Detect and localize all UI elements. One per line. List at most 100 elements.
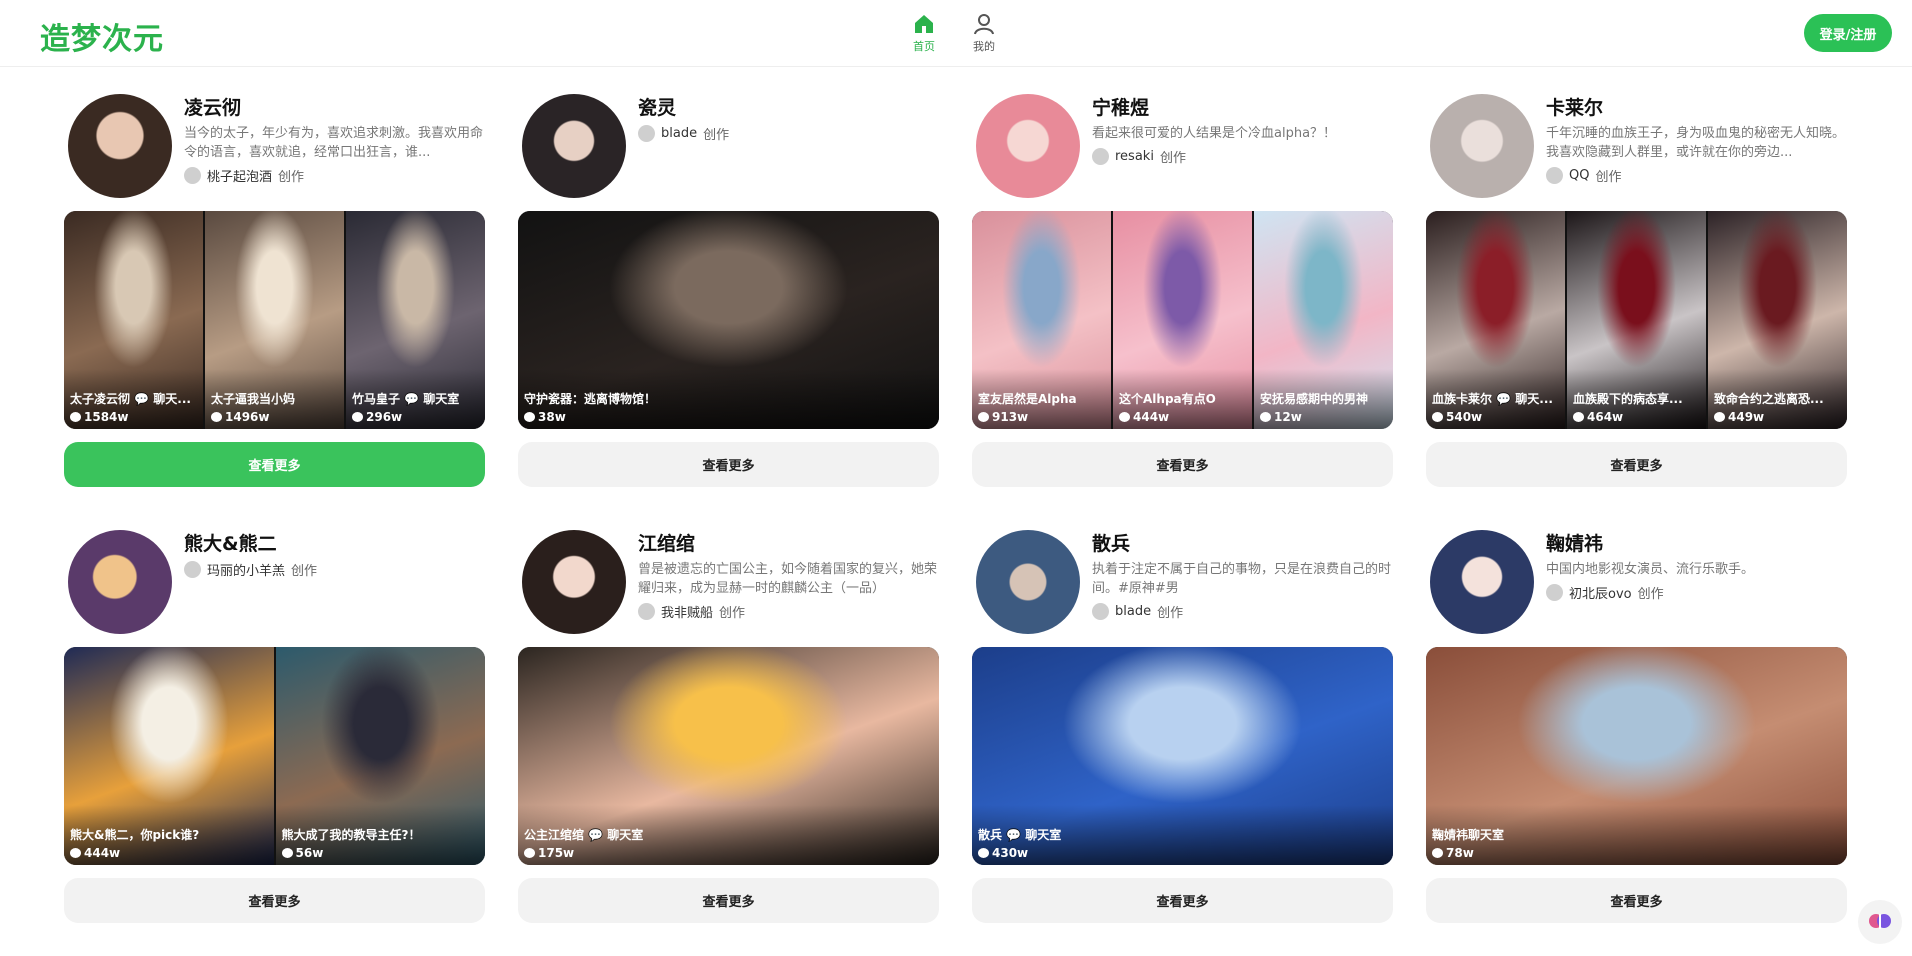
character-card-ci-ling[interactable]: 瓷灵 blade 创作 守护瓷器：逃离博物馆！ 38w 查看更多 [518,92,939,494]
story-thumbnail[interactable]: 太子凌云彻 💬 聊天... 1584w [64,211,203,429]
story-thumbnail[interactable]: 熊大&熊二，你pick谁? 444w [64,647,274,865]
character-name[interactable]: 凌云彻 [184,96,484,120]
story-thumbnail[interactable]: 致命合约之逃离恐... 449w [1708,211,1847,429]
character-name[interactable]: 卡莱尔 [1546,96,1846,120]
story-gallery: 公主江绾绾 💬 聊天室 175w [518,647,939,865]
creator-avatar[interactable] [184,167,201,184]
chat-bubble-icon [978,412,989,422]
creator-line: 玛丽的小羊羔 创作 [184,560,484,579]
character-avatar[interactable] [976,530,1080,634]
story-thumbnail[interactable]: 这个Alhpa有点O 444w [1113,211,1252,429]
nav-home-label: 首页 [913,40,935,53]
view-more-button[interactable]: 查看更多 [1426,878,1847,923]
character-name[interactable]: 散兵 [1092,532,1392,556]
chat-count: 430w [978,846,1028,860]
character-avatar[interactable] [1430,530,1534,634]
story-title: 熊大成了我的教导主任?！ [281,828,421,842]
character-name[interactable]: 江绾绾 [638,532,938,556]
story-gallery: 血族卡莱尔 💬 聊天... 540w 血族殿下的病态享... 464w 致命合约… [1426,211,1847,429]
chat-count: 464w [1573,410,1623,424]
creator-name[interactable]: blade [1115,604,1151,619]
creator-avatar[interactable] [638,603,655,620]
assistant-fab[interactable] [1858,900,1902,944]
character-avatar[interactable] [68,530,172,634]
card-header: 鞠婧祎 中国内地影视女演员、流行乐歌手。 初北辰ovo 创作 [1426,528,1847,645]
chat-count: 78w [1432,846,1474,860]
story-thumbnail[interactable]: 太子逼我当小妈 1496w [205,211,344,429]
creator-avatar[interactable] [1092,603,1109,620]
character-name[interactable]: 宁稚煜 [1092,96,1392,120]
main-nav: 首页 我的 [906,12,1002,54]
character-info: 鞠婧祎 中国内地影视女演员、流行乐歌手。 初北辰ovo 创作 [1546,532,1846,602]
story-thumbnail[interactable]: 安抚易感期中的男神 12w [1254,211,1393,429]
creator-name[interactable]: 桃子起泡酒 [207,166,272,185]
view-more-button[interactable]: 查看更多 [64,442,485,487]
story-thumbnail[interactable]: 竹马皇子 💬 聊天室 296w [346,211,485,429]
character-name[interactable]: 鞠婧祎 [1546,532,1846,556]
character-avatar[interactable] [976,94,1080,198]
character-card-san-bing[interactable]: 散兵 执着于注定不属于自己的事物，只是在浪费自己的时间。#原神#男 blade … [972,528,1393,930]
chat-count-value: 78w [1446,846,1474,860]
login-register-button[interactable]: 登录/注册 [1804,14,1892,52]
nav-profile[interactable]: 我的 [966,12,1002,54]
character-avatar[interactable] [1430,94,1534,198]
app-logo[interactable]: 造梦次元 [40,14,164,58]
creator-suffix: 创作 [703,128,730,143]
view-more-button[interactable]: 查看更多 [64,878,485,923]
character-name[interactable]: 瓷灵 [638,96,938,120]
story-title: 血族卡莱尔 💬 聊天... [1432,392,1553,406]
character-card-ju-jing-yi[interactable]: 鞠婧祎 中国内地影视女演员、流行乐歌手。 初北辰ovo 创作 鞠婧祎聊天室 78… [1426,528,1847,930]
character-avatar[interactable] [522,530,626,634]
view-more-button[interactable]: 查看更多 [972,442,1393,487]
story-thumbnail[interactable]: 熊大成了我的教导主任?！ 56w [275,647,485,865]
story-gallery: 室友居然是Alpha 913w 这个Alhpa有点O 444w 安抚易感期中的男… [972,211,1393,429]
chat-bubble-icon [70,412,81,422]
creator-name[interactable]: 玛丽的小羊羔 [207,560,285,579]
character-card-xiong-da-xiong-er[interactable]: 熊大&熊二 玛丽的小羊羔 创作 熊大&熊二，你pick谁? 444w 熊大成了我… [64,528,485,930]
character-card-ka-lai-er[interactable]: 卡莱尔 千年沉睡的血族王子，身为吸血鬼的秘密无人知晓。我喜欢隐藏到人群里，或许就… [1426,92,1847,494]
creator-suffix: 创作 [719,606,746,621]
chat-bubble-icon [524,848,535,858]
story-thumbnail[interactable]: 鞠婧祎聊天室 78w [1426,647,1847,865]
story-thumbnail[interactable]: 公主江绾绾 💬 聊天室 175w [518,647,939,865]
character-avatar[interactable] [522,94,626,198]
story-thumbnail[interactable]: 血族卡莱尔 💬 聊天... 540w [1426,211,1565,429]
view-more-button[interactable]: 查看更多 [518,878,939,923]
story-thumbnail[interactable]: 血族殿下的病态享... 464w [1567,211,1706,429]
creator-suffix: 创作 [1595,170,1622,185]
view-more-button[interactable]: 查看更多 [1426,442,1847,487]
character-desc: 执着于注定不属于自己的事物，只是在浪费自己的时间。#原神#男 [1092,562,1392,596]
story-gallery: 太子凌云彻 💬 聊天... 1584w 太子逼我当小妈 1496w 竹马皇子 💬… [64,211,485,429]
creator-avatar[interactable] [1092,148,1109,165]
character-card-ning-zhi-yu[interactable]: 宁稚煜 看起来很可爱的人结果是个冷血alpha？！ resaki 创作 室友居然… [972,92,1393,494]
nav-home[interactable]: 首页 [906,12,942,54]
card-header: 卡莱尔 千年沉睡的血族王子，身为吸血鬼的秘密无人知晓。我喜欢隐藏到人群里，或许就… [1426,92,1847,209]
chat-bubble-icon [70,848,81,858]
character-desc: 看起来很可爱的人结果是个冷血alpha？！ [1092,126,1337,141]
character-desc: 当今的太子，年少有为，喜欢追求刺激。我喜欢用命令的语言，喜欢就追，经常口出狂言，… [184,126,484,160]
creator-name[interactable]: 我非贼船 [661,602,713,621]
creator-line: resaki 创作 [1092,147,1392,166]
creator-avatar[interactable] [638,125,655,142]
creator-name[interactable]: blade [661,126,697,141]
creator-avatar[interactable] [184,561,201,578]
creator-name[interactable]: QQ [1569,168,1589,183]
creator-avatar[interactable] [1546,584,1563,601]
character-name[interactable]: 熊大&熊二 [184,532,484,556]
card-header: 瓷灵 blade 创作 [518,92,939,209]
chat-count-value: 449w [1728,410,1765,424]
view-more-button[interactable]: 查看更多 [972,878,1393,923]
story-thumbnail[interactable]: 室友居然是Alpha 913w [972,211,1111,429]
creator-name[interactable]: resaki [1115,149,1154,164]
character-avatar[interactable] [68,94,172,198]
character-card-jiang-wan-wan[interactable]: 江绾绾 曾是被遗忘的亡国公主，如今随着国家的复兴，她荣耀归来，成为显赫一时的麒麟… [518,528,939,930]
chat-count-value: 540w [1446,410,1483,424]
creator-name[interactable]: 初北辰ovo [1569,583,1632,602]
creator-suffix: 创作 [1159,151,1186,166]
story-thumbnail[interactable]: 守护瓷器：逃离博物馆！ 38w [518,211,939,429]
view-more-button[interactable]: 查看更多 [518,442,939,487]
creator-avatar[interactable] [1546,167,1563,184]
story-thumbnail[interactable]: 散兵 💬 聊天室 430w [972,647,1393,865]
character-card-ling-yun-che[interactable]: 凌云彻 当今的太子，年少有为，喜欢追求刺激。我喜欢用命令的语言，喜欢就追，经常口… [64,92,485,494]
chat-count: 444w [70,846,120,860]
